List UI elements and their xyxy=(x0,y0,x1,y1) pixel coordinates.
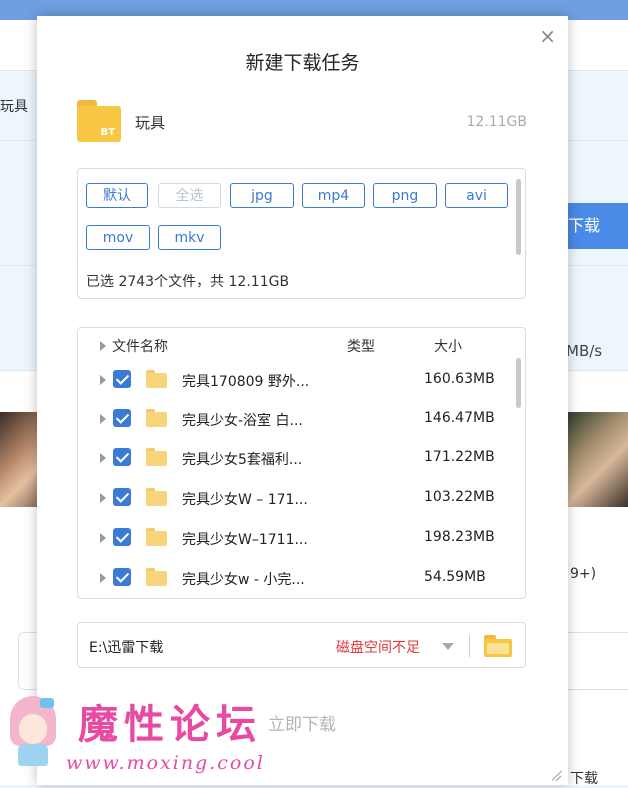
file-name: 完具170809 野外... xyxy=(182,374,310,390)
watermark: 魔性论坛 www.moxing.cool xyxy=(4,686,294,785)
new-download-dialog: × 新建下载任务 BT 玩具 12.11GB 默认 全选 jpg mp4 png… xyxy=(37,16,568,785)
torrent-size: 12.11GB xyxy=(466,114,527,130)
row-checkbox[interactable] xyxy=(113,448,131,466)
file-name: 完具少女w - 小完... xyxy=(182,572,305,588)
folder-icon xyxy=(146,370,167,388)
file-name: 完具少女W – 171... xyxy=(182,492,308,508)
watermark-title: 魔性论坛 xyxy=(78,701,262,748)
background-thumbnail xyxy=(566,412,628,507)
file-row[interactable]: 完具少女W – 171... 103.22MB xyxy=(78,478,518,518)
divider xyxy=(469,635,470,657)
filter-mkv-button[interactable]: mkv xyxy=(158,225,221,250)
row-checkbox[interactable] xyxy=(113,409,131,427)
row-checkbox[interactable] xyxy=(113,568,131,586)
background-task-name: 玩具 xyxy=(0,99,28,115)
file-name: 完具少女-浴室 白... xyxy=(182,413,303,429)
folder-icon xyxy=(146,568,167,586)
disk-space-warning: 磁盘空间不足 xyxy=(336,640,420,656)
column-type[interactable]: 类型 xyxy=(347,336,375,356)
chevron-down-icon[interactable] xyxy=(442,643,454,650)
filter-mp4-button[interactable]: mp4 xyxy=(302,183,365,208)
row-checkbox[interactable] xyxy=(113,488,131,506)
file-size: 103.22MB xyxy=(424,489,495,505)
close-icon[interactable]: × xyxy=(539,24,556,48)
bt-folder-icon: BT xyxy=(77,100,121,142)
expand-icon[interactable] xyxy=(100,341,106,351)
file-row[interactable]: 完具少女-浴室 白... 146.47MB xyxy=(78,399,518,439)
file-size: 198.23MB xyxy=(424,529,495,545)
expand-icon[interactable] xyxy=(100,375,106,385)
file-row[interactable]: 完具少女W–1711... 198.23MB xyxy=(78,518,518,558)
mascot-icon xyxy=(10,696,56,766)
filter-png-button[interactable]: png xyxy=(373,183,437,208)
expand-icon[interactable] xyxy=(100,493,106,503)
dialog-title: 新建下载任务 xyxy=(245,52,360,74)
filter-mov-button[interactable]: mov xyxy=(86,225,150,250)
watermark-url: www.moxing.cool xyxy=(66,752,265,774)
filter-jpg-button[interactable]: jpg xyxy=(230,183,294,208)
file-row[interactable]: 完具少女5套福利... 171.22MB xyxy=(78,438,518,478)
expand-icon[interactable] xyxy=(100,573,106,583)
file-row[interactable]: 完具170809 野外... 160.63MB xyxy=(78,360,518,400)
browse-folder-icon[interactable] xyxy=(484,635,512,657)
file-name: 完具少女5套福利... xyxy=(182,452,303,468)
background-speed-text: MB/s xyxy=(566,342,603,360)
torrent-name: 玩具 xyxy=(135,114,166,132)
file-size: 160.63MB xyxy=(424,371,495,387)
column-name[interactable]: 文件名称 xyxy=(112,336,168,356)
torrent-info: BT 玩具 12.11GB xyxy=(77,100,527,144)
resize-grip-icon[interactable] xyxy=(550,769,562,781)
filter-default-button[interactable]: 默认 xyxy=(86,183,148,208)
file-type-filter: 默认 全选 jpg mp4 png avi mov mkv 已选 2743个文件… xyxy=(77,168,526,299)
row-checkbox[interactable] xyxy=(113,528,131,546)
filter-select-all-button[interactable]: 全选 xyxy=(158,183,221,208)
file-list-header: 文件名称 类型 大小 xyxy=(78,334,525,358)
background-count-text: 9+) xyxy=(570,566,597,582)
save-path-text: E:\迅雷下载 xyxy=(89,640,164,656)
folder-icon xyxy=(146,528,167,546)
folder-icon xyxy=(146,409,167,427)
file-list-scrollbar[interactable] xyxy=(516,358,521,408)
folder-icon xyxy=(146,448,167,466)
row-checkbox[interactable] xyxy=(113,370,131,388)
file-size: 146.47MB xyxy=(424,410,495,426)
save-path-field[interactable]: E:\迅雷下载 磁盘空间不足 xyxy=(77,622,526,668)
expand-icon[interactable] xyxy=(100,533,106,543)
expand-icon[interactable] xyxy=(100,453,106,463)
file-size: 171.22MB xyxy=(424,449,495,465)
bt-badge: BT xyxy=(100,127,115,138)
filter-scrollbar[interactable] xyxy=(516,179,521,255)
background-bottom-text: 下载 xyxy=(570,771,598,787)
folder-icon xyxy=(146,488,167,506)
file-row[interactable]: 完具少女w - 小完... 54.59MB xyxy=(78,558,518,598)
file-list: 文件名称 类型 大小 完具170809 野外... 160.63MB 完具少女-… xyxy=(77,327,526,599)
expand-icon[interactable] xyxy=(100,414,106,424)
file-size: 54.59MB xyxy=(424,569,486,585)
column-size[interactable]: 大小 xyxy=(434,336,462,356)
file-name: 完具少女W–1711... xyxy=(182,532,308,548)
filter-avi-button[interactable]: avi xyxy=(445,183,508,208)
selection-summary: 已选 2743个文件，共 12.11GB xyxy=(86,274,290,290)
